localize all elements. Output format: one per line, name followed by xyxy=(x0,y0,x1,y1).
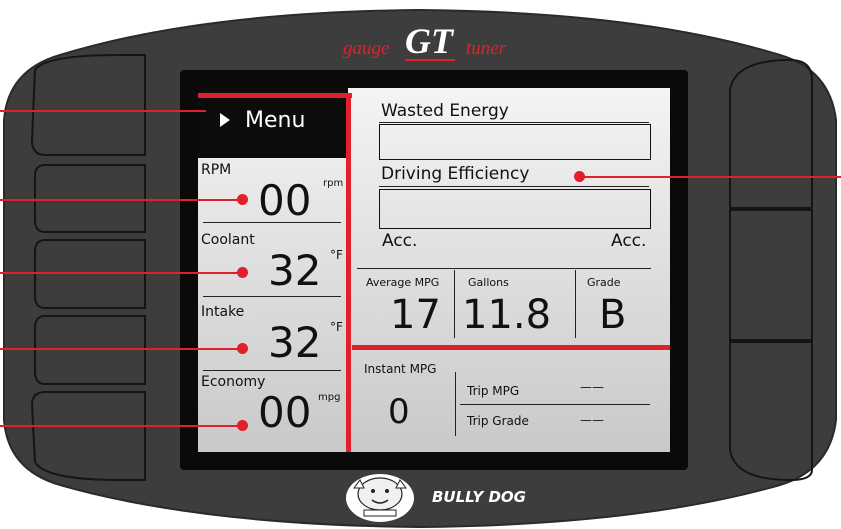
gauge-coolant-label: Coolant xyxy=(201,232,255,248)
menu-label[interactable]: Menu xyxy=(245,108,305,133)
gauge-rpm-unit: rpm xyxy=(323,178,344,189)
brand-gauge-text: gauge xyxy=(343,38,390,59)
stats-top-rule xyxy=(357,268,651,269)
trip-divider-h xyxy=(460,404,650,405)
trip-mpg-label: Trip MPG xyxy=(467,384,520,398)
stat-grade-label: Grade xyxy=(587,276,621,289)
stat-divider-2 xyxy=(575,270,576,338)
instant-mpg-label: Instant MPG xyxy=(364,362,437,376)
instant-mpg-value: 0 xyxy=(388,392,410,432)
trip-mpg-value: —— xyxy=(580,380,604,394)
callout-dot-intake xyxy=(237,343,248,354)
driving-efficiency-bar xyxy=(379,189,651,229)
stat-gallons-label: Gallons xyxy=(468,276,509,289)
bulldog-logo-icon xyxy=(346,474,414,522)
gauge-economy-unit: mpg xyxy=(318,392,341,403)
gauge-intake-unit: °F xyxy=(330,320,343,334)
efficiency-right-acc: Acc. xyxy=(611,231,647,251)
callout-line-intake xyxy=(0,348,243,350)
trip-grade-label: Trip Grade xyxy=(467,414,529,428)
stat-grade-value: B xyxy=(599,292,627,338)
brand-gt-underline xyxy=(405,59,455,61)
gauge-economy-label: Economy xyxy=(201,374,266,390)
menu-frame-top xyxy=(198,93,352,98)
stat-average-mpg-label: Average MPG xyxy=(366,276,440,289)
stat-gallons-value: 11.8 xyxy=(462,292,552,338)
callout-dot-rpm xyxy=(237,194,248,205)
trip-divider-v xyxy=(455,372,456,436)
trip-grade-value: —— xyxy=(580,413,604,427)
driving-efficiency-label: Driving Efficiency xyxy=(381,164,530,184)
brand-maker-text: BULLY DOG xyxy=(432,488,526,506)
gauge-rpm-label: RPM xyxy=(201,162,232,178)
callout-line-efficiency xyxy=(580,176,841,178)
right-panel-divider xyxy=(352,345,670,350)
gauge-coolant-unit: °F xyxy=(330,248,343,262)
callout-line-economy xyxy=(0,425,243,427)
wasted-energy-rule xyxy=(379,122,649,123)
gauge-divider-3 xyxy=(203,370,341,371)
gauge-divider-1 xyxy=(203,222,341,223)
driving-efficiency-rule xyxy=(379,186,649,187)
stat-average-mpg-value: 17 xyxy=(390,292,441,338)
callout-dot-economy xyxy=(237,420,248,431)
callout-dot-efficiency xyxy=(574,171,585,182)
wasted-energy-label: Wasted Energy xyxy=(381,101,509,121)
callout-line-menu xyxy=(0,110,206,112)
gauge-rpm-value: 00 xyxy=(258,176,312,225)
gauge-economy-value: 00 xyxy=(258,388,312,437)
efficiency-left-acc: Acc. xyxy=(382,231,418,251)
gauge-divider-2 xyxy=(203,296,341,297)
callout-line-coolant xyxy=(0,272,243,274)
stat-divider-1 xyxy=(454,270,455,338)
gauge-intake-label: Intake xyxy=(201,304,245,320)
gauge-coolant-value: 32 xyxy=(268,246,322,295)
wasted-energy-bar xyxy=(379,124,651,160)
gauge-intake-value: 32 xyxy=(268,318,322,367)
callout-line-rpm xyxy=(0,199,243,201)
brand-tuner-text: tuner xyxy=(466,38,507,59)
brand-gt-text: GT xyxy=(405,21,453,61)
left-panel-divider xyxy=(346,93,351,452)
callout-dot-coolant xyxy=(237,267,248,278)
device-body xyxy=(3,8,837,529)
